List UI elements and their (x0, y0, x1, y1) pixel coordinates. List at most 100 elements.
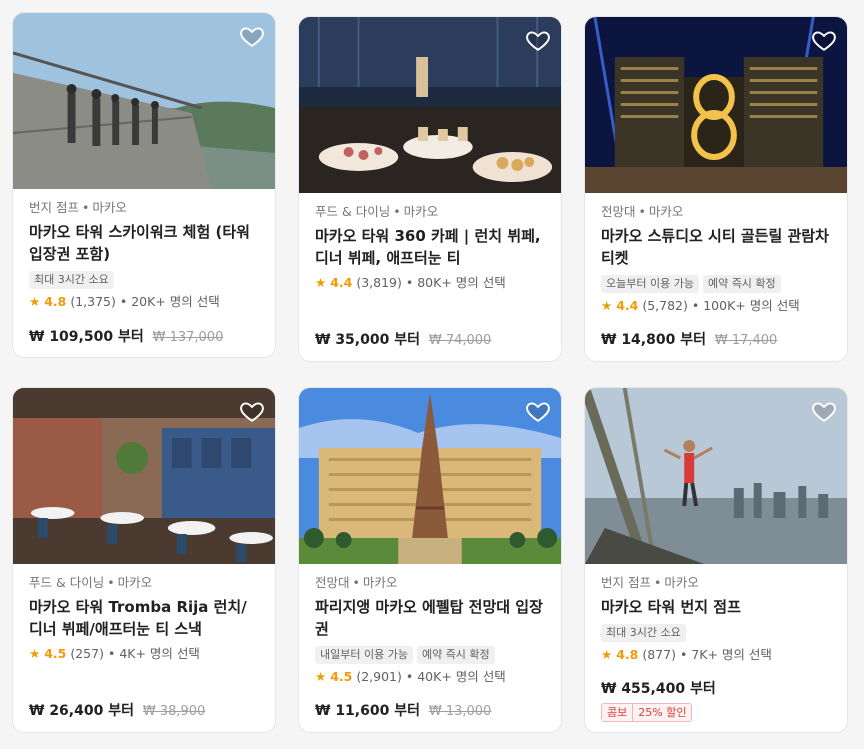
rating-score: 4.8 (44, 294, 67, 309)
instant-confirm-tag: 예약 즉시 확정 (702, 275, 781, 293)
studio-city-photo (585, 17, 847, 193)
category: 푸드 & 다이닝 (29, 575, 105, 590)
activity-grid: 번지 점프 • 마카오 마카오 타워 스카이워크 체험 (타워 입장권 포함) 최대… (0, 0, 864, 749)
location: 마카오 (664, 575, 699, 590)
price: ₩ 26,400 부터 ₩ 38,900 (29, 700, 205, 720)
tag-list: 최대 3시간 소요 (29, 268, 259, 289)
duration-tag: 최대 3시간 소요 (29, 271, 114, 289)
buffet-photo (299, 17, 561, 193)
card-image[interactable] (299, 388, 561, 564)
original-price: ₩ 13,000 (428, 704, 492, 719)
rating-score: 4.8 (616, 647, 639, 662)
original-price: ₩ 17,400 (714, 333, 778, 348)
price: ₩ 14,800 부터 ₩ 17,400 (601, 329, 777, 349)
booked-count: 7K+ 명의 선택 (691, 647, 772, 662)
category: 번지 점프 (29, 200, 79, 215)
activity-title[interactable]: 마카오 타워 360 카페 | 런치 뷔페, 디너 뷔페, 애프터눈 티 (315, 225, 545, 269)
rating-line: ★ 4.5 (257) • 4K+ 명의 선택 (29, 646, 200, 661)
category-line: 전망대 • 마카오 (601, 204, 684, 219)
activity-title[interactable]: 마카오 타워 번지 점프 (601, 596, 831, 618)
price-from: ₩ 109,500 부터 (29, 329, 144, 345)
activity-card[interactable]: 전망대 • 마카오 파리지앵 마카오 에펠탑 전망대 입장권 내일부터 이용 가능 예… (298, 387, 562, 733)
activity-card[interactable]: 전망대 • 마카오 마카오 스튜디오 시티 골든릴 관람차 티켓 오늘부터 이용 가… (584, 16, 848, 362)
activity-card[interactable]: 푸드 & 다이닝 • 마카오 마카오 타워 Tromba Rija 런치/디너 뷔페… (12, 387, 276, 733)
price-from: ₩ 11,600 부터 (315, 703, 420, 719)
discount-label: 25% 할인 (633, 703, 693, 722)
booked-count: 100K+ 명의 선택 (703, 298, 800, 313)
rating-line: ★ 4.8 (877) • 7K+ 명의 선택 (601, 647, 772, 662)
price: ₩ 35,000 부터 ₩ 74,000 (315, 329, 491, 349)
heart-icon[interactable] (811, 398, 837, 424)
availability-tag: 오늘부터 이용 가능 (601, 275, 699, 293)
review-count: (5,782) (642, 298, 688, 313)
location: 마카오 (648, 204, 684, 219)
price-from: ₩ 14,800 부터 (601, 332, 706, 348)
original-price: ₩ 38,900 (142, 704, 206, 719)
category: 전망대 (601, 204, 636, 219)
rating-line: ★ 4.4 (5,782) • 100K+ 명의 선택 (601, 298, 800, 313)
category-line: 번지 점프 • 마카오 (29, 200, 127, 215)
combo-label: 콤보 (601, 703, 634, 722)
tag-list: 최대 3시간 소요 (601, 621, 831, 642)
availability-tag: 내일부터 이용 가능 (315, 646, 413, 664)
booked-count: 80K+ 명의 선택 (417, 275, 506, 290)
category: 번지 점프 (601, 575, 651, 590)
category-line: 푸드 & 다이닝 • 마카오 (315, 204, 439, 219)
skywalk-photo (13, 13, 275, 189)
review-count: (1,375) (70, 294, 116, 309)
card-image[interactable] (585, 388, 847, 564)
heart-icon[interactable] (239, 23, 265, 49)
location: 마카오 (362, 575, 398, 590)
rating-score: 4.4 (330, 275, 353, 290)
rating-score: 4.5 (330, 669, 353, 684)
heart-icon[interactable] (525, 27, 551, 53)
booked-count: 20K+ 명의 선택 (131, 294, 220, 309)
duration-tag: 최대 3시간 소요 (601, 624, 686, 642)
original-price: ₩ 137,000 (152, 330, 224, 345)
star-icon: ★ (29, 294, 41, 309)
star-icon: ★ (29, 646, 41, 661)
price: ₩ 11,600 부터 ₩ 13,000 (315, 700, 491, 720)
activity-card[interactable]: 푸드 & 다이닝 • 마카오 마카오 타워 360 카페 | 런치 뷔페, 디너 뷔… (298, 16, 562, 362)
category-line: 번지 점프 • 마카오 (601, 575, 699, 590)
card-image[interactable] (13, 388, 275, 564)
price-from: ₩ 26,400 부터 (29, 703, 134, 719)
card-image[interactable] (13, 13, 275, 189)
booked-count: 40K+ 명의 선택 (417, 669, 506, 684)
activity-card[interactable]: 번지 점프 • 마카오 마카오 타워 스카이워크 체험 (타워 입장권 포함) 최대… (12, 12, 276, 358)
original-price: ₩ 74,000 (428, 333, 492, 348)
heart-icon[interactable] (239, 398, 265, 424)
activity-title[interactable]: 마카오 타워 Tromba Rija 런치/디너 뷔페/애프터눈 티 스낵 (29, 596, 259, 640)
rating-line: ★ 4.8 (1,375) • 20K+ 명의 선택 (29, 294, 220, 309)
price-from: ₩ 35,000 부터 (315, 332, 420, 348)
activity-title[interactable]: 마카오 스튜디오 시티 골든릴 관람차 티켓 (601, 225, 831, 269)
bungee-photo (585, 388, 847, 564)
location: 마카오 (92, 200, 127, 215)
category-line: 전망대 • 마카오 (315, 575, 398, 590)
rating-line: ★ 4.5 (2,901) • 40K+ 명의 선택 (315, 669, 506, 684)
activity-title[interactable]: 마카오 타워 스카이워크 체험 (타워 입장권 포함) (29, 221, 259, 265)
rating-score: 4.4 (616, 298, 639, 313)
tag-list: 내일부터 이용 가능 예약 즉시 확정 (315, 643, 545, 664)
star-icon: ★ (315, 275, 327, 290)
heart-icon[interactable] (811, 27, 837, 53)
rating-line: ★ 4.4 (3,819) • 80K+ 명의 선택 (315, 275, 506, 290)
card-image[interactable] (299, 17, 561, 193)
tag-list: 오늘부터 이용 가능 예약 즉시 확정 (601, 272, 831, 293)
price-from: ₩ 455,400 부터 (601, 681, 716, 697)
location: 마카오 (117, 575, 153, 590)
review-count: (877) (642, 647, 676, 662)
card-image[interactable] (585, 17, 847, 193)
review-count: (257) (70, 646, 104, 661)
restaurant-photo (13, 388, 275, 564)
star-icon: ★ (601, 298, 613, 313)
star-icon: ★ (315, 669, 327, 684)
price: ₩ 109,500 부터 ₩ 137,000 (29, 326, 223, 346)
activity-card[interactable]: 번지 점프 • 마카오 마카오 타워 번지 점프 최대 3시간 소요 ★ 4.8 (… (584, 387, 848, 733)
price: ₩ 455,400 부터 (601, 678, 716, 698)
location: 마카오 (403, 204, 439, 219)
booked-count: 4K+ 명의 선택 (119, 646, 200, 661)
activity-title[interactable]: 파리지앵 마카오 에펠탑 전망대 입장권 (315, 596, 545, 640)
heart-icon[interactable] (525, 398, 551, 424)
category-line: 푸드 & 다이닝 • 마카오 (29, 575, 153, 590)
